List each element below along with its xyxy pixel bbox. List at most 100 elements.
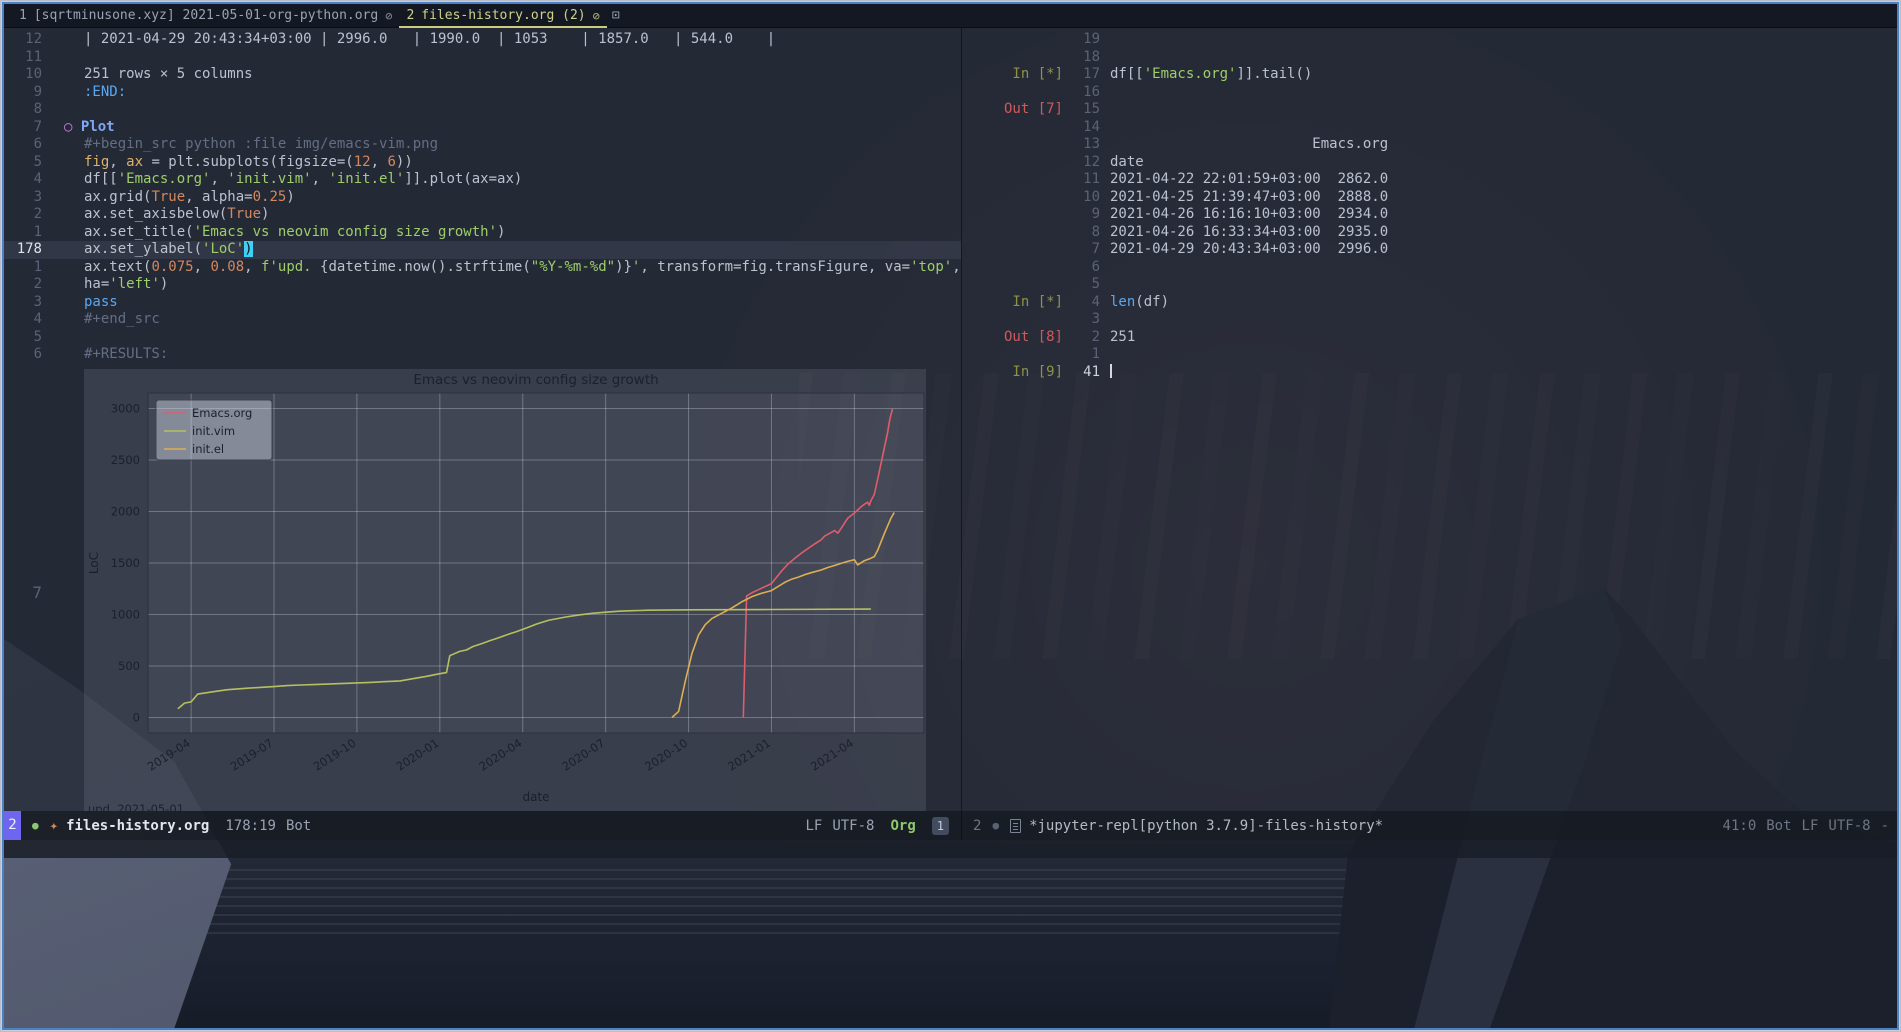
line-content: ax.set_ylabel('LoC') xyxy=(50,241,253,259)
buffer-line[interactable]: 4#+end_src xyxy=(4,311,961,329)
screenshot-frame: 1[sqrtminusone.xyz] 2021-05-01-org-pytho… xyxy=(0,0,1901,1032)
repl-line[interactable]: 72021-04-29 20:43:34+03:00 2996.0 xyxy=(962,241,1897,259)
buffer-line[interactable]: 3ax.grid(True, alpha=0.25) xyxy=(4,189,961,207)
line-number: 5 xyxy=(4,154,50,172)
code-token: , xyxy=(194,259,211,275)
results-chart: 0500100015002000250030002019-042019-0720… xyxy=(84,369,926,812)
repl-line[interactable]: Out [8]2251 xyxy=(962,329,1897,347)
repl-line[interactable]: 92021-04-26 16:16:10+03:00 2934.0 xyxy=(962,206,1897,224)
line-number: 7 xyxy=(4,119,50,137)
tab-close-icon[interactable]: ⊘ xyxy=(593,9,600,23)
code-token: ax.set_title( xyxy=(84,224,194,240)
modeline-left: 2 ● ✦ files-history.org 178:19 Bot LF UT… xyxy=(4,811,961,840)
repl-prompt-empty xyxy=(962,154,1063,172)
repl-line[interactable]: 18 xyxy=(962,49,1897,67)
code-token: )) xyxy=(396,154,413,170)
repl-line[interactable]: In [*]17df[['Emacs.org']].tail() xyxy=(962,66,1897,84)
code-token: , xyxy=(312,171,329,187)
code-token: f'upd. xyxy=(261,259,320,275)
code-token: ax.set_ylabel( xyxy=(84,241,202,257)
line-number: 41 xyxy=(1063,364,1100,382)
repl-line[interactable]: 102021-04-25 21:39:47+03:00 2888.0 xyxy=(962,189,1897,207)
repl-line[interactable]: 19 xyxy=(962,31,1897,49)
repl-line[interactable]: In [9]41 xyxy=(962,364,1897,382)
svg-text:init.el: init.el xyxy=(192,442,224,456)
repl-line[interactable]: 82021-04-26 16:33:34+03:00 2935.0 xyxy=(962,224,1897,242)
svg-text:LoC: LoC xyxy=(87,551,101,573)
buffer-name[interactable]: *jupyter-repl[python 3.7.9]-files-histor… xyxy=(1029,818,1383,834)
code-token: , xyxy=(244,259,261,275)
org-buffer-window[interactable]: 12| 2021-04-29 20:43:34+03:00 | 2996.0 |… xyxy=(4,28,961,811)
repl-line[interactable]: 1 xyxy=(962,346,1897,364)
repl-line[interactable]: Out [7]15 xyxy=(962,101,1897,119)
line-number: 2 xyxy=(4,276,50,294)
tab-2[interactable]: 2files-history.org (2)⊘ xyxy=(399,4,606,28)
buffer-line[interactable]: 9:END: xyxy=(4,84,961,102)
code-token: 6 xyxy=(387,154,395,170)
repl-prompt-empty xyxy=(962,189,1063,207)
buffer-line[interactable]: 4df[['Emacs.org', 'init.vim', 'init.el']… xyxy=(4,171,961,189)
svg-text:2000: 2000 xyxy=(111,504,140,518)
repl-prompt-empty xyxy=(962,346,1063,364)
buffer-line[interactable]: 5 xyxy=(4,329,961,347)
repl-line[interactable]: 14 xyxy=(962,119,1897,137)
line-number: 5 xyxy=(1063,276,1100,294)
code-token: df[[ xyxy=(84,171,118,187)
buffer-line[interactable]: 11 xyxy=(4,49,961,67)
repl-prompt-empty xyxy=(962,206,1063,224)
repl-line[interactable]: 3 xyxy=(962,311,1897,329)
buffer-line[interactable]: 2ax.set_axisbelow(True) xyxy=(4,206,961,224)
line-content: len(df) xyxy=(1100,294,1169,312)
new-tab-button[interactable]: ⊡ xyxy=(612,8,620,23)
buffer-line[interactable]: 3pass xyxy=(4,294,961,312)
repl-line[interactable]: 112021-04-22 22:01:59+03:00 2862.0 xyxy=(962,171,1897,189)
repl-line[interactable]: 5 xyxy=(962,276,1897,294)
line-number: 16 xyxy=(1063,84,1100,102)
line-number: 19 xyxy=(1063,31,1100,49)
buffer-line[interactable]: 8 xyxy=(4,101,961,119)
tab-close-icon[interactable]: ⊘ xyxy=(385,9,392,23)
buffer-line[interactable]: 6#+RESULTS: xyxy=(4,346,961,364)
jupyter-repl-window[interactable]: 1918In [*]17df[['Emacs.org']].tail()16Ou… xyxy=(961,28,1897,811)
buffer-name[interactable]: files-history.org xyxy=(66,818,209,834)
line-number: 12 xyxy=(1063,154,1100,172)
line-content: 251 rows × 5 columns xyxy=(50,66,253,84)
buffer-line[interactable]: 178ax.set_ylabel('LoC') xyxy=(4,241,961,259)
code-token: , xyxy=(109,154,126,170)
buffer-line[interactable]: 12| 2021-04-29 20:43:34+03:00 | 2996.0 |… xyxy=(4,31,961,49)
repl-line[interactable]: 16 xyxy=(962,84,1897,102)
code-token: 'left' xyxy=(109,276,160,292)
line-content xyxy=(1100,364,1112,382)
code-token: len xyxy=(1110,294,1135,310)
code-token: Emacs.org xyxy=(1110,136,1388,152)
repl-line[interactable]: 12date xyxy=(962,154,1897,172)
buffer-state-dot-icon: ● xyxy=(32,819,39,832)
org-mode-icon: ✦ xyxy=(50,818,58,834)
repl-line[interactable]: In [*]4len(df) xyxy=(962,294,1897,312)
line-number: 2 xyxy=(1063,329,1100,347)
buffer-line[interactable]: 1ax.set_title('Emacs vs neovim config si… xyxy=(4,224,961,242)
buffer-line[interactable]: 6#+begin_src python :file img/emacs-vim.… xyxy=(4,136,961,154)
code-token: fig xyxy=(84,154,109,170)
major-mode[interactable]: Org xyxy=(890,818,915,834)
echo-area[interactable] xyxy=(4,840,1897,858)
code-token: ax.grid( xyxy=(84,189,151,205)
line-number: 11 xyxy=(1063,171,1100,189)
tab-1[interactable]: 1[sqrtminusone.xyz] 2021-05-01-org-pytho… xyxy=(12,4,399,28)
line-content: date xyxy=(1100,154,1144,172)
buffer-line[interactable]: 2ha='left') xyxy=(4,276,961,294)
file-icon xyxy=(1010,819,1021,833)
line-number: 12 xyxy=(4,31,50,49)
repl-line[interactable]: 13 Emacs.org xyxy=(962,136,1897,154)
code-token: 'Emacs vs neovim config size growth' xyxy=(194,224,497,240)
buffer-line[interactable]: 7○ Plot xyxy=(4,119,961,137)
repl-line[interactable]: 6 xyxy=(962,259,1897,277)
encoding-indicator: UTF-8 xyxy=(832,818,874,834)
repl-prompt: Out [7] xyxy=(962,101,1063,119)
buffer-line[interactable]: 5fig, ax = plt.subplots(figsize=(12, 6)) xyxy=(4,154,961,172)
line-content: ha='left') xyxy=(50,276,168,294)
buffer-line[interactable]: 10251 rows × 5 columns xyxy=(4,66,961,84)
buffer-line[interactable]: 1ax.text(0.075, 0.08, f'upd. {datetime.n… xyxy=(4,259,961,277)
line-content xyxy=(1100,346,1110,364)
text-cursor xyxy=(1110,364,1112,378)
